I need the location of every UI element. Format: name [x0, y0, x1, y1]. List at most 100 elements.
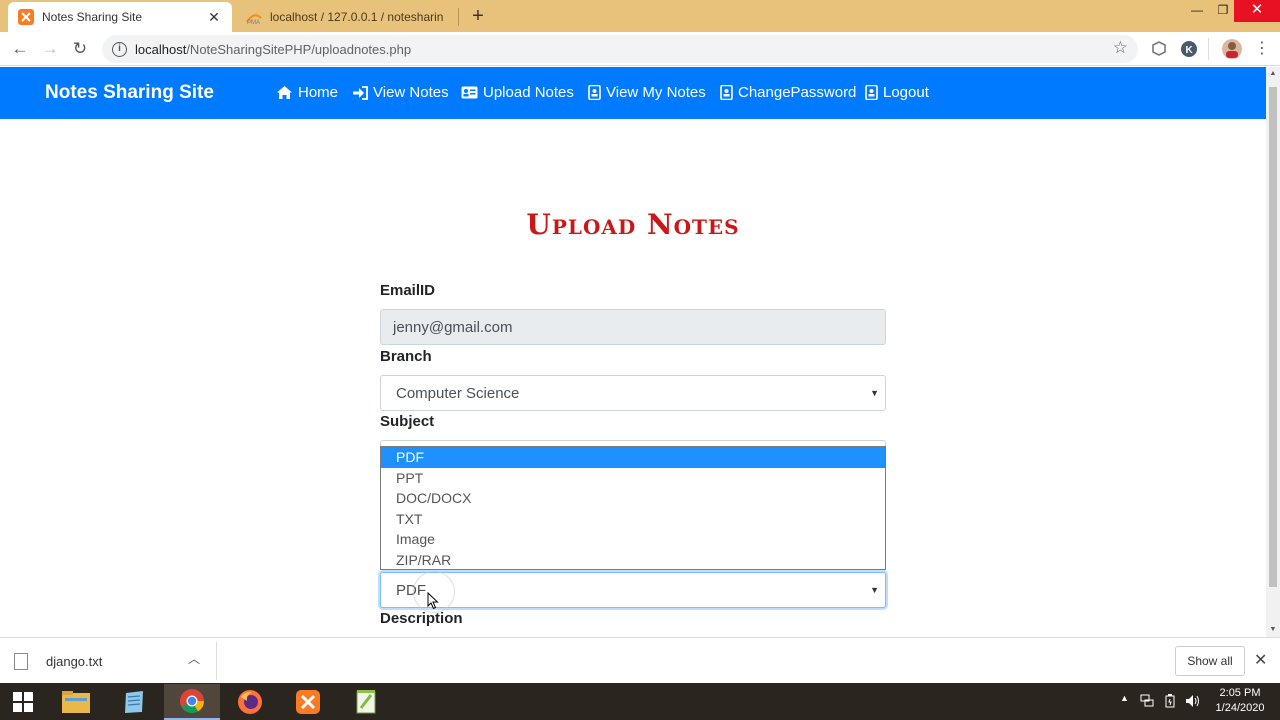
network-icon[interactable]	[1140, 694, 1154, 708]
show-all-button[interactable]: Show all	[1175, 646, 1245, 676]
folder-icon	[62, 691, 90, 713]
windows-taskbar: ▲ 2:05 PM 1/24/2020	[0, 683, 1280, 720]
dropdown-option-ppt[interactable]: PPT	[381, 468, 885, 489]
tab-notes-sharing-site[interactable]: Notes Sharing Site ✕	[8, 2, 232, 32]
mouse-cursor-icon	[427, 592, 439, 610]
extension-k-icon[interactable]: K	[1180, 40, 1198, 58]
sign-in-icon	[353, 85, 368, 100]
bookmark-star-icon[interactable]: ☆	[1113, 38, 1128, 58]
download-item[interactable]: django.txt ︿	[14, 648, 214, 674]
taskbar-clock[interactable]: 2:05 PM 1/24/2020	[1206, 686, 1274, 716]
dropdown-option-pdf[interactable]: PDF	[381, 447, 885, 468]
id-card-icon	[461, 86, 478, 99]
contact-book-icon	[720, 85, 733, 100]
branch-select[interactable]: Computer Science ▼	[380, 375, 886, 411]
info-icon[interactable]: i	[112, 41, 127, 57]
browser-toolbar: ← → ↻ i localhost/NoteSharingSitePHP/upl…	[0, 32, 1280, 66]
nav-change-password[interactable]: ChangePassword	[720, 84, 856, 101]
nav-upload-notes[interactable]: Upload Notes	[461, 84, 574, 101]
contact-book-icon	[588, 85, 601, 100]
start-button[interactable]	[0, 684, 46, 720]
svg-text:K: K	[1186, 45, 1194, 56]
clock-date: 1/24/2020	[1215, 702, 1265, 714]
download-separator	[216, 642, 217, 680]
taskbar-notepadpp[interactable]	[338, 684, 394, 720]
xampp-icon	[296, 690, 320, 714]
close-download-bar-icon[interactable]: ✕	[1254, 650, 1267, 670]
branch-value: Computer Science	[396, 384, 520, 402]
download-bar: django.txt ︿ Show all ✕	[0, 637, 1280, 683]
taskbar-xampp[interactable]	[280, 684, 336, 720]
notepad-plus-plus-icon	[356, 690, 376, 714]
description-label: Description	[380, 610, 463, 627]
email-label: EmailID	[380, 282, 436, 299]
taskbar-file-explorer[interactable]	[48, 684, 104, 720]
reload-icon[interactable]: ↻	[68, 37, 92, 61]
home-icon	[277, 86, 292, 99]
profile-avatar-icon[interactable]	[1221, 38, 1243, 60]
caret-down-icon: ▼	[870, 388, 879, 398]
tab-phpmyadmin[interactable]: PMA localhost / 127.0.0.1 / notesharin	[236, 2, 456, 32]
windows-logo-icon	[13, 692, 33, 712]
close-window-button[interactable]: ✕	[1234, 0, 1280, 22]
taskbar-chrome[interactable]	[164, 684, 220, 720]
nav-logout-label: Logout	[883, 84, 929, 101]
caret-down-icon: ▼	[870, 585, 879, 595]
tab-title: Notes Sharing Site	[42, 10, 143, 24]
nav-home[interactable]: Home	[276, 84, 338, 101]
scroll-down-arrow-icon[interactable]: ▼	[1266, 623, 1280, 637]
nav-view-notes-label: View Notes	[373, 84, 449, 101]
dropdown-option-image[interactable]: Image	[381, 529, 885, 550]
email-field[interactable]: jenny@gmail.com	[380, 309, 886, 345]
dropdown-option-doc[interactable]: DOC/DOCX	[381, 488, 885, 509]
nav-view-my-notes-label: View My Notes	[606, 84, 706, 101]
site-brand[interactable]: Notes Sharing Site	[45, 82, 214, 104]
dropdown-option-zip[interactable]: ZIP/RAR	[381, 550, 885, 571]
nav-change-password-label: ChangePassword	[738, 84, 857, 101]
tray-overflow-chevron-icon[interactable]: ▲	[1120, 693, 1129, 703]
battery-plug-icon[interactable]	[1163, 694, 1177, 708]
back-arrow-icon[interactable]: ←	[8, 37, 32, 61]
clock-time: 2:05 PM	[1219, 687, 1261, 699]
taskbar-notepad[interactable]	[106, 684, 162, 720]
email-value: jenny@gmail.com	[393, 318, 513, 336]
dropdown-option-txt[interactable]: TXT	[381, 509, 885, 530]
page-title: Upload Notes	[526, 208, 740, 241]
firefox-icon	[238, 690, 262, 714]
nav-home-label: Home	[298, 84, 339, 101]
taskbar-firefox[interactable]	[222, 684, 278, 720]
scroll-up-arrow-icon[interactable]: ▲	[1266, 67, 1280, 81]
address-bar[interactable]: i localhost/NoteSharingSitePHP/uploadnot…	[102, 35, 1138, 63]
forward-arrow-icon[interactable]: →	[38, 37, 62, 61]
branch-label: Branch	[380, 348, 432, 365]
chrome-icon	[180, 689, 204, 714]
download-filename: django.txt	[46, 653, 103, 669]
nav-view-notes[interactable]: View Notes	[352, 84, 449, 101]
menu-kebab-icon[interactable]: ⋮	[1250, 37, 1274, 61]
svg-text:PMA: PMA	[247, 20, 260, 25]
file-icon	[14, 652, 28, 670]
volume-icon[interactable]	[1185, 694, 1201, 708]
tab-separator	[458, 8, 459, 26]
phpmyadmin-favicon-icon: PMA	[246, 14, 262, 25]
scrollbar-thumb[interactable]	[1269, 87, 1277, 587]
contact-book-icon	[865, 85, 878, 100]
page-scrollbar[interactable]: ▲ ▼	[1266, 67, 1280, 637]
subject-label: Subject	[380, 413, 435, 430]
chevron-up-icon[interactable]: ︿	[188, 650, 200, 667]
url-text: localhost/NoteSharingSitePHP/uploadnotes…	[135, 41, 412, 57]
minimize-button[interactable]: —	[1184, 0, 1210, 22]
tab-title: localhost / 127.0.0.1 / notesharin	[270, 10, 444, 24]
nav-logout[interactable]: Logout	[865, 84, 929, 101]
tab-close-icon[interactable]: ✕	[206, 9, 222, 26]
restore-button[interactable]: ❐	[1210, 0, 1236, 22]
filetype-dropdown-list[interactable]: PDF PPT DOC/DOCX TXT Image ZIP/RAR	[380, 446, 886, 570]
filetype-select[interactable]: PDF ▼	[380, 572, 886, 608]
new-tab-button[interactable]: +	[466, 4, 490, 28]
notepad-icon	[125, 691, 143, 713]
xampp-favicon-icon	[18, 9, 34, 25]
nav-upload-notes-label: Upload Notes	[483, 84, 574, 101]
nav-view-my-notes[interactable]: View My Notes	[588, 84, 706, 101]
extension-cube-icon[interactable]	[1150, 40, 1168, 58]
site-navbar: Notes Sharing Site Home View Notes Uploa…	[0, 67, 1266, 119]
